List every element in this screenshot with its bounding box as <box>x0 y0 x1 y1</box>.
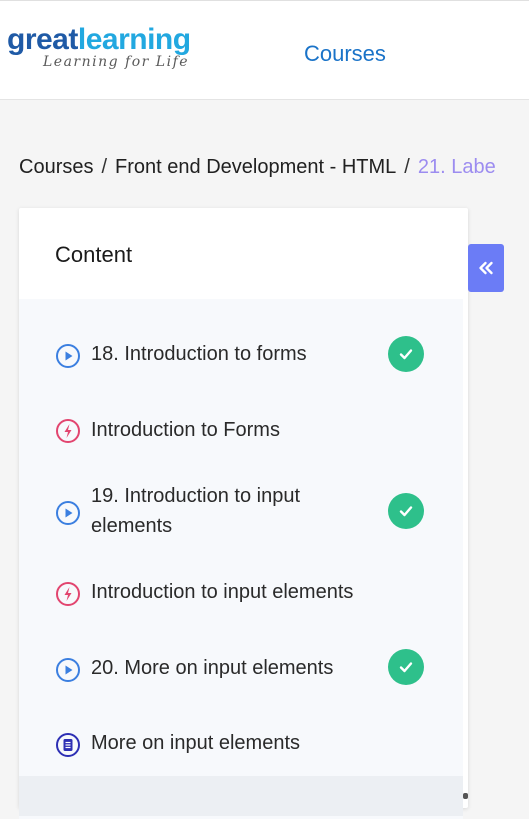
list-item-label: Introduction to input elements <box>91 581 354 603</box>
completed-check-icon <box>388 493 424 529</box>
scrollbar-thumb[interactable] <box>463 793 468 799</box>
completed-check-icon <box>388 336 424 372</box>
content-panel: Content 18. Introduction to forms Introd… <box>19 208 468 819</box>
quiz-icon <box>56 582 80 606</box>
collapse-sidebar-button[interactable] <box>468 244 504 292</box>
play-icon <box>56 658 80 682</box>
list-item-label: 18. Introduction to forms <box>91 343 307 365</box>
list-item[interactable] <box>19 776 463 816</box>
list-item[interactable]: Introduction to Forms <box>55 415 395 445</box>
list-item[interactable]: More on input elements <box>55 728 395 758</box>
logo-word-great: great <box>7 23 78 56</box>
breadcrumb-item-current: 21. Labe <box>417 156 496 178</box>
content-list: 18. Introduction to forms Introduction t… <box>19 299 463 819</box>
brand-logo[interactable]: greatlearning Learning for Life <box>7 23 191 70</box>
list-item-label: 20. More on input elements <box>91 657 334 679</box>
play-icon <box>56 501 80 525</box>
logo-tagline: Learning for Life <box>43 54 190 70</box>
list-item[interactable]: 20. More on input elements <box>55 653 395 683</box>
top-navbar: greatlearning Learning for Life Courses <box>0 0 529 100</box>
quiz-icon <box>56 419 80 443</box>
list-item[interactable]: 19. Introduction to input elements <box>55 481 395 541</box>
breadcrumb-separator: / <box>101 156 108 178</box>
logo-wordmark: greatlearning <box>7 23 191 57</box>
panel-title: Content <box>55 242 133 267</box>
list-item-label: Introduction to Forms <box>91 419 280 441</box>
logo-word-learning: learning <box>77 23 191 56</box>
list-item-label: 19. Introduction to input elements <box>91 485 301 537</box>
nav-courses-link[interactable]: Courses <box>304 41 386 67</box>
breadcrumb: Courses / Front end Development - HTML / 21.… <box>19 156 496 179</box>
double-chevron-left-icon <box>479 261 493 275</box>
breadcrumb-item-course[interactable]: Front end Development - HTML <box>115 156 396 178</box>
breadcrumb-item-courses[interactable]: Courses <box>19 156 93 178</box>
list-item[interactable]: 18. Introduction to forms <box>55 339 395 369</box>
list-item[interactable]: Introduction to input elements <box>55 577 395 607</box>
document-icon <box>56 733 80 757</box>
list-item-label: More on input elements <box>91 732 301 754</box>
play-icon <box>56 344 80 368</box>
completed-check-icon <box>388 649 424 685</box>
breadcrumb-separator: / <box>404 156 410 178</box>
